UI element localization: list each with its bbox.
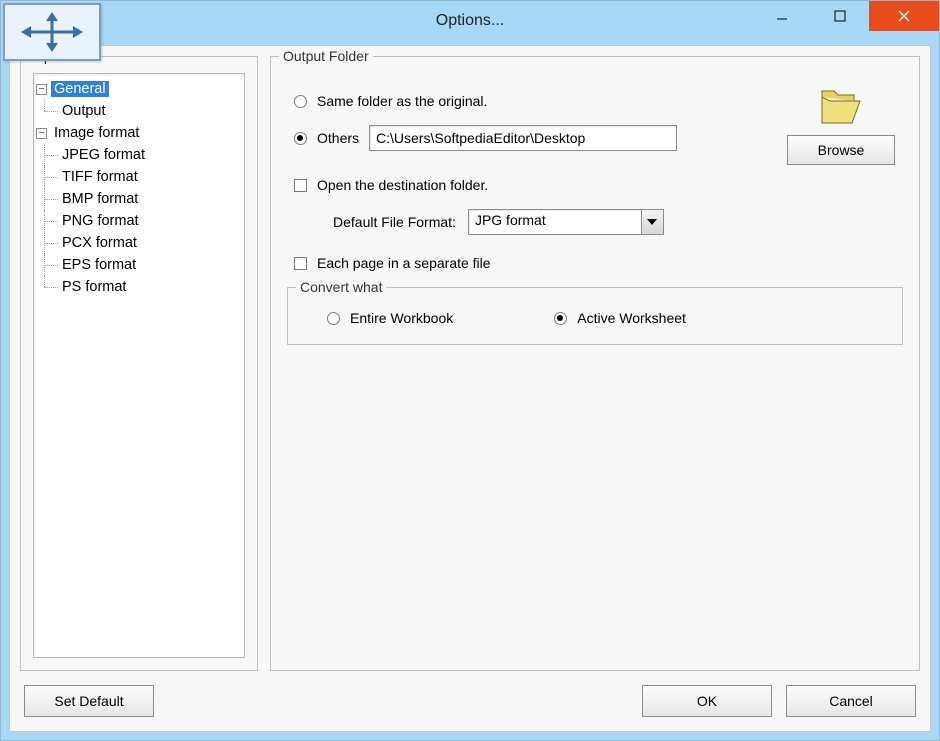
tree-item-bmp[interactable]: BMP format bbox=[36, 188, 242, 210]
titlebar: Options... bbox=[1, 1, 939, 41]
default-format-value: JPG format bbox=[469, 210, 641, 234]
tree-label-output[interactable]: Output bbox=[59, 103, 109, 119]
convert-what-inner: Entire Workbook Active Worksheet bbox=[298, 310, 892, 326]
default-format-label: Default File Format: bbox=[333, 214, 456, 230]
default-format-select[interactable]: JPG format bbox=[468, 209, 664, 235]
close-button[interactable] bbox=[869, 1, 939, 31]
tree-item-pcx[interactable]: PCX format bbox=[36, 232, 242, 254]
same-folder-label: Same folder as the original. bbox=[317, 93, 487, 109]
tree-item-eps[interactable]: EPS format bbox=[36, 254, 242, 276]
collapse-icon[interactable]: − bbox=[36, 84, 47, 95]
tree-branch-icon bbox=[41, 188, 59, 210]
move-arrows-icon bbox=[3, 3, 101, 61]
tree-label-general[interactable]: General bbox=[51, 81, 109, 97]
tree-label-eps[interactable]: EPS format bbox=[59, 257, 139, 273]
tree-branch-icon bbox=[41, 100, 59, 122]
tree-branch-icon bbox=[41, 210, 59, 232]
tree-item-image-format[interactable]: − Image format bbox=[36, 122, 242, 144]
output-path-input[interactable] bbox=[369, 125, 677, 151]
minimize-button[interactable] bbox=[753, 1, 811, 31]
tree-branch-icon bbox=[41, 254, 59, 276]
tree-branch-icon bbox=[41, 276, 59, 298]
tree-branch-icon bbox=[41, 166, 59, 188]
same-folder-radio[interactable] bbox=[293, 94, 307, 108]
options-tree[interactable]: − General Output − Image format bbox=[33, 73, 245, 658]
entire-workbook-radio[interactable] bbox=[326, 311, 340, 325]
tree-label-pcx[interactable]: PCX format bbox=[59, 235, 140, 251]
tree-label-ps[interactable]: PS format bbox=[59, 279, 129, 295]
output-folder-title: Output Folder bbox=[279, 48, 373, 64]
open-destination-row: Open the destination folder. bbox=[293, 177, 907, 193]
tree-branch-icon bbox=[41, 144, 59, 166]
tree-label-bmp[interactable]: BMP format bbox=[59, 191, 141, 207]
browse-area: Browse bbox=[781, 83, 901, 165]
tree-item-tiff[interactable]: TIFF format bbox=[36, 166, 242, 188]
dialog-client: Options − General Output − Image format bbox=[9, 45, 931, 732]
output-folder-group: Output Folder Browse Same folder as th bbox=[270, 56, 920, 671]
tree-label-image-format[interactable]: Image format bbox=[51, 125, 142, 141]
chevron-down-icon[interactable] bbox=[641, 210, 663, 234]
active-worksheet-radio[interactable] bbox=[553, 311, 567, 325]
ok-button[interactable]: OK bbox=[642, 685, 772, 717]
dialog-upper-row: Options − General Output − Image format bbox=[20, 56, 920, 671]
browse-button[interactable]: Browse bbox=[787, 135, 895, 165]
set-default-button[interactable]: Set Default bbox=[24, 685, 154, 717]
dialog-footer: Set Default OK Cancel bbox=[20, 671, 920, 721]
tree-item-general[interactable]: − General bbox=[36, 78, 242, 100]
collapse-icon[interactable]: − bbox=[36, 128, 47, 139]
each-page-checkbox[interactable] bbox=[293, 256, 307, 270]
window-control-buttons bbox=[753, 1, 939, 41]
open-destination-checkbox[interactable] bbox=[293, 178, 307, 192]
each-page-label: Each page in a separate file bbox=[317, 255, 491, 271]
default-format-row: Default File Format: JPG format bbox=[333, 209, 907, 235]
entire-workbook-row: Entire Workbook bbox=[326, 310, 453, 326]
folder-open-icon bbox=[816, 83, 866, 127]
tree-item-jpeg[interactable]: JPEG format bbox=[36, 144, 242, 166]
entire-workbook-label: Entire Workbook bbox=[350, 310, 453, 326]
others-label: Others bbox=[317, 130, 359, 146]
tree-label-tiff[interactable]: TIFF format bbox=[59, 169, 141, 185]
maximize-button[interactable] bbox=[811, 1, 869, 31]
options-window: Options... Options bbox=[0, 0, 940, 741]
tree-item-output[interactable]: Output bbox=[36, 100, 242, 122]
options-tree-group: Options − General Output − Image format bbox=[20, 56, 258, 671]
tree-label-jpeg[interactable]: JPEG format bbox=[59, 147, 148, 163]
each-page-row: Each page in a separate file bbox=[293, 255, 907, 271]
convert-what-title: Convert what bbox=[296, 279, 386, 295]
convert-what-group: Convert what Entire Workbook bbox=[287, 287, 903, 345]
tree-label-png[interactable]: PNG format bbox=[59, 213, 142, 229]
footer-spacer bbox=[168, 685, 628, 717]
open-destination-label: Open the destination folder. bbox=[317, 177, 488, 193]
tree-item-ps[interactable]: PS format bbox=[36, 276, 242, 298]
others-radio[interactable] bbox=[293, 131, 307, 145]
cancel-button[interactable]: Cancel bbox=[786, 685, 916, 717]
active-worksheet-label: Active Worksheet bbox=[577, 310, 686, 326]
tree-branch-icon bbox=[41, 232, 59, 254]
tree-item-png[interactable]: PNG format bbox=[36, 210, 242, 232]
active-worksheet-row: Active Worksheet bbox=[553, 310, 686, 326]
